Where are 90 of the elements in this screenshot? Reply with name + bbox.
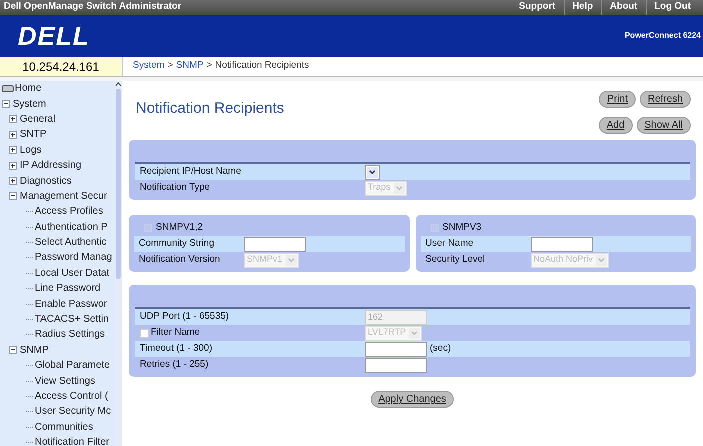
dropdown-field[interactable]: [365, 164, 380, 180]
breadcrumb-link[interactable]: System: [133, 59, 165, 74]
sidebar-item[interactable]: Access Profiles: [35, 204, 104, 220]
tree-connector: [26, 257, 33, 258]
expand-icon[interactable]: [9, 162, 17, 170]
logo: DELL: [18, 20, 90, 52]
sidebar-item[interactable]: Line Password: [35, 281, 101, 296]
tree-connector: [26, 304, 33, 305]
sidebar-item[interactable]: Local User Datat: [35, 266, 110, 281]
collapse-icon[interactable]: [9, 192, 17, 200]
tree-connector: [26, 211, 33, 212]
panel-title: SNMPV3: [442, 220, 482, 235]
sidebar-item[interactable]: Home: [15, 81, 42, 96]
tree-connector: [26, 396, 33, 397]
tree-connector: [26, 319, 33, 320]
model-name: PowerConnect 6224: [624, 30, 701, 42]
sidebar-item[interactable]: User Security Mc: [35, 404, 112, 420]
breadcrumb-separator: >: [168, 59, 174, 74]
field-label: Filter Name: [151, 326, 200, 340]
field-label: Retries (1 - 255): [140, 358, 209, 372]
sidebar-item[interactable]: Communities: [35, 420, 94, 435]
breadcrumb-separator: >: [206, 59, 212, 74]
action-button[interactable]: Refresh: [640, 91, 691, 108]
sidebar-item[interactable]: Diagnostics: [20, 174, 72, 189]
field-label: Recipient IP/Host Name: [140, 164, 242, 179]
text-field[interactable]: [530, 236, 592, 252]
tree-connector: [26, 334, 33, 336]
expand-icon[interactable]: [9, 115, 17, 124]
apply-button[interactable]: Apply Changes: [370, 391, 454, 408]
scrollbar[interactable]: [115, 81, 122, 446]
sidebar-item[interactable]: System: [13, 96, 46, 112]
field-label: Timeout (1 - 300): [140, 342, 213, 356]
tree-connector: [26, 226, 33, 228]
text-field[interactable]: [365, 342, 427, 356]
scroll-up-icon[interactable]: [115, 81, 122, 89]
field-label: Community String: [139, 236, 214, 251]
tree-connector: [26, 365, 33, 366]
caret-icon: [596, 254, 608, 266]
sidebar-item[interactable]: Notification Filter: [35, 435, 110, 446]
action-button[interactable]: Add: [598, 117, 633, 134]
action-button[interactable]: Print: [599, 91, 636, 108]
sidebar-item[interactable]: Enable Passwor: [35, 296, 108, 312]
app-title: Dell OpenManage Switch Administrator: [4, 0, 182, 14]
tree-connector: [26, 426, 33, 428]
field-label: UDP Port (1 - 65535): [140, 310, 230, 324]
field-label: Notification Version: [139, 252, 220, 267]
sidebar-item[interactable]: Management Secur: [20, 188, 108, 204]
sidebar-item[interactable]: Select Authentic: [35, 235, 107, 250]
text-field[interactable]: [244, 236, 306, 252]
action-button[interactable]: Show All: [636, 117, 691, 134]
scrollbar-thumb[interactable]: [116, 89, 121, 279]
breadcrumb-link[interactable]: SNMP: [176, 59, 204, 74]
unit-label: (sec): [430, 342, 452, 356]
field-label: User Name: [426, 236, 474, 251]
collapse-icon[interactable]: [9, 346, 17, 354]
sidebar-item[interactable]: SNMP: [20, 342, 49, 358]
header-link[interactable]: Support: [511, 0, 564, 15]
sidebar-item[interactable]: Access Control (: [35, 389, 108, 404]
collapse-icon[interactable]: [2, 100, 10, 108]
caret-icon: [286, 254, 297, 266]
tree-connector: [26, 288, 33, 290]
sidebar-item[interactable]: Authentication P: [35, 220, 108, 235]
sidebar-item[interactable]: Logs: [20, 142, 42, 158]
expand-icon[interactable]: [9, 130, 17, 139]
home-drive-icon: [2, 84, 14, 93]
ip-address: 10.254.24.161: [0, 57, 122, 76]
panel-title: SNMPV1,2: [156, 220, 203, 235]
sidebar-item[interactable]: General: [20, 112, 56, 127]
text-field[interactable]: [365, 358, 427, 372]
caret-icon: [394, 182, 405, 194]
page-title: Notification Recipients: [136, 99, 284, 119]
expand-icon[interactable]: [9, 177, 17, 186]
sidebar-item[interactable]: View Settings: [35, 374, 96, 389]
field-label: Notification Type: [140, 180, 210, 195]
sidebar-item[interactable]: IP Addressing: [20, 158, 82, 174]
sidebar-item[interactable]: SNTP: [20, 127, 47, 142]
tree-connector: [26, 242, 33, 244]
sidebar-item[interactable]: TACACS+ Settin: [35, 312, 110, 328]
sidebar-item[interactable]: Password Manag: [35, 250, 112, 266]
breadcrumb-current: Notification Recipients: [215, 59, 310, 74]
tree-connector: [26, 272, 33, 274]
field-label: Security Level: [426, 252, 486, 267]
caret-icon: [409, 328, 420, 338]
tree-connector: [26, 411, 33, 412]
caret-icon: [367, 166, 378, 178]
expand-icon[interactable]: [9, 146, 17, 154]
sidebar-item[interactable]: Global Paramete: [35, 358, 110, 374]
tree-connector: [26, 380, 33, 382]
sidebar-item[interactable]: Radius Settings: [35, 327, 106, 342]
tree-connector: [26, 442, 33, 444]
